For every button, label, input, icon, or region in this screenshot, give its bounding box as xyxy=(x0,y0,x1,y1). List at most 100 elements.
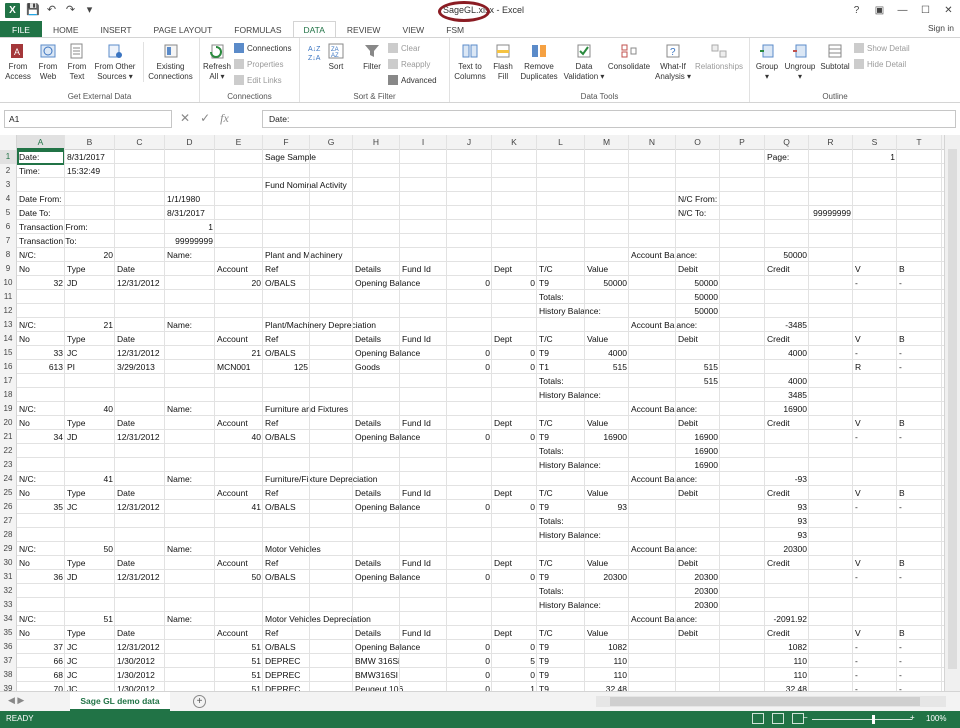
cell-s39[interactable]: - xyxy=(853,682,897,691)
row-header[interactable]: 25 xyxy=(0,486,17,500)
cell-l37[interactable]: T9 xyxy=(537,654,585,668)
cell-m38[interactable]: 110 xyxy=(585,668,629,682)
cell-f37[interactable]: DEPREC xyxy=(263,654,310,668)
cell-f19[interactable]: Furniture and Fixtures xyxy=(263,402,348,416)
cell-q24[interactable]: -93 xyxy=(765,472,809,486)
cell-q28[interactable]: 93 xyxy=(765,528,809,542)
row-header[interactable]: 33 xyxy=(0,598,17,612)
cell-t9[interactable]: B xyxy=(897,262,942,276)
cell-a5[interactable]: Date To: xyxy=(17,206,65,220)
cell-k37[interactable]: 5 xyxy=(492,654,537,668)
row-header[interactable]: 4 xyxy=(0,192,17,206)
cell-f9[interactable]: Ref xyxy=(263,262,310,276)
from-other-sources-button[interactable]: From Other Sources ▾ xyxy=(92,42,138,82)
cell-r5[interactable]: 99999999 xyxy=(809,206,853,220)
cell-c20[interactable]: Date xyxy=(115,416,165,430)
cell-q35[interactable]: Credit xyxy=(765,626,809,640)
cell-e39[interactable]: 51 xyxy=(215,682,263,691)
cell-a24[interactable]: N/C: xyxy=(17,472,65,486)
cell-f3[interactable]: Fund Nominal Activity xyxy=(263,178,347,192)
cell-n29[interactable]: Account Balance: xyxy=(629,542,697,556)
cell-t15[interactable]: - xyxy=(897,346,942,360)
cell-s15[interactable]: - xyxy=(853,346,897,360)
cell-k31[interactable]: 0 xyxy=(492,570,537,584)
cell-k36[interactable]: 0 xyxy=(492,640,537,654)
cell-s21[interactable]: - xyxy=(853,430,897,444)
cell-k35[interactable]: Dept xyxy=(492,626,537,640)
row-header[interactable]: 1 xyxy=(0,150,17,164)
cell-b35[interactable]: Type xyxy=(65,626,115,640)
cell-c38[interactable]: 1/30/2012 xyxy=(115,668,165,682)
save-icon[interactable]: 💾 xyxy=(26,4,40,17)
cell-j39[interactable]: 0 xyxy=(447,682,492,691)
subtotal-button[interactable]: Subtotal xyxy=(818,42,852,72)
zoom-level[interactable]: 100% xyxy=(926,714,946,723)
cell-h31[interactable]: Opening Balance xyxy=(353,570,420,584)
tab-insert[interactable]: INSERT xyxy=(90,21,143,38)
column-header-a[interactable]: A xyxy=(17,135,65,150)
cell-q14[interactable]: Credit xyxy=(765,332,809,346)
cell-t14[interactable]: B xyxy=(897,332,942,346)
cell-l20[interactable]: T/C xyxy=(537,416,585,430)
cell-n34[interactable]: Account Balance: xyxy=(629,612,697,626)
cell-q30[interactable]: Credit xyxy=(765,556,809,570)
connections-button[interactable]: Connections xyxy=(234,43,291,53)
cell-b10[interactable]: JD xyxy=(65,276,115,290)
enter-icon[interactable]: ✓ xyxy=(200,110,210,126)
cell-e25[interactable]: Account xyxy=(215,486,263,500)
cell-o20[interactable]: Debit xyxy=(676,416,720,430)
row-header[interactable]: 36 xyxy=(0,640,17,654)
help-button[interactable]: ? xyxy=(845,0,868,21)
cell-l36[interactable]: T9 xyxy=(537,640,585,654)
cell-b34[interactable]: 51 xyxy=(65,612,115,626)
cell-e37[interactable]: 51 xyxy=(215,654,263,668)
cell-q36[interactable]: 1082 xyxy=(765,640,809,654)
cell-o17[interactable]: 515 xyxy=(676,374,720,388)
add-sheet-button[interactable]: + xyxy=(193,695,206,708)
existing-connections-button[interactable]: Existing Connections xyxy=(143,42,197,82)
cell-c37[interactable]: 1/30/2012 xyxy=(115,654,165,668)
cell-k16[interactable]: 0 xyxy=(492,360,537,374)
cell-b14[interactable]: Type xyxy=(65,332,115,346)
cell-q1[interactable]: Page: xyxy=(765,150,809,164)
hscroll-thumb[interactable] xyxy=(610,697,920,706)
cell-d19[interactable]: Name: xyxy=(165,402,215,416)
cell-b1[interactable]: 8/31/2017 xyxy=(65,150,115,164)
cell-m35[interactable]: Value xyxy=(585,626,629,640)
worksheet-grid[interactable]: ABCDEFGHIJKLMNOPQRST 1 Date: 8/31/2017 Sage… xyxy=(0,135,944,691)
cell-o12[interactable]: 50000 xyxy=(676,304,720,318)
relationships-button[interactable]: Relationships xyxy=(692,42,746,72)
cell-a13[interactable]: N/C: xyxy=(17,318,65,332)
cell-c10[interactable]: 12/31/2012 xyxy=(115,276,165,290)
cell-e35[interactable]: Account xyxy=(215,626,263,640)
maximize-button[interactable]: ☐ xyxy=(914,0,937,21)
cell-h16[interactable]: Goods xyxy=(353,360,400,374)
cell-s37[interactable]: - xyxy=(853,654,897,668)
cell-h21[interactable]: Opening Balance xyxy=(353,430,420,444)
cell-m14[interactable]: Value xyxy=(585,332,629,346)
cell-c35[interactable]: Date xyxy=(115,626,165,640)
cell-a37[interactable]: 66 xyxy=(17,654,65,668)
cell-l30[interactable]: T/C xyxy=(537,556,585,570)
column-header-m[interactable]: M xyxy=(585,135,629,150)
cell-a14[interactable]: No xyxy=(17,332,65,346)
row-header[interactable]: 7 xyxy=(0,234,17,248)
cell-q26[interactable]: 93 xyxy=(765,500,809,514)
clear-filter-button[interactable]: Clear xyxy=(388,43,420,53)
ungroup-button[interactable]: Ungroup ▾ xyxy=(782,42,818,82)
cell-l10[interactable]: T9 xyxy=(537,276,585,290)
cell-l23[interactable]: History Balance: xyxy=(537,458,601,472)
cell-q9[interactable]: Credit xyxy=(765,262,809,276)
row-header[interactable]: 13 xyxy=(0,318,17,332)
row-header[interactable]: 37 xyxy=(0,654,17,668)
cell-h36[interactable]: Opening Balance xyxy=(353,640,420,654)
cell-e10[interactable]: 20 xyxy=(215,276,263,290)
tab-page-layout[interactable]: PAGE LAYOUT xyxy=(143,21,224,38)
cell-f15[interactable]: O/BALS xyxy=(263,346,310,360)
cell-c9[interactable]: Date xyxy=(115,262,165,276)
horizontal-scrollbar[interactable] xyxy=(596,696,946,707)
cell-j31[interactable]: 0 xyxy=(447,570,492,584)
cancel-icon[interactable]: ✕ xyxy=(180,110,190,126)
cell-a34[interactable]: N/C: xyxy=(17,612,65,626)
cell-b39[interactable]: JC xyxy=(65,682,115,691)
